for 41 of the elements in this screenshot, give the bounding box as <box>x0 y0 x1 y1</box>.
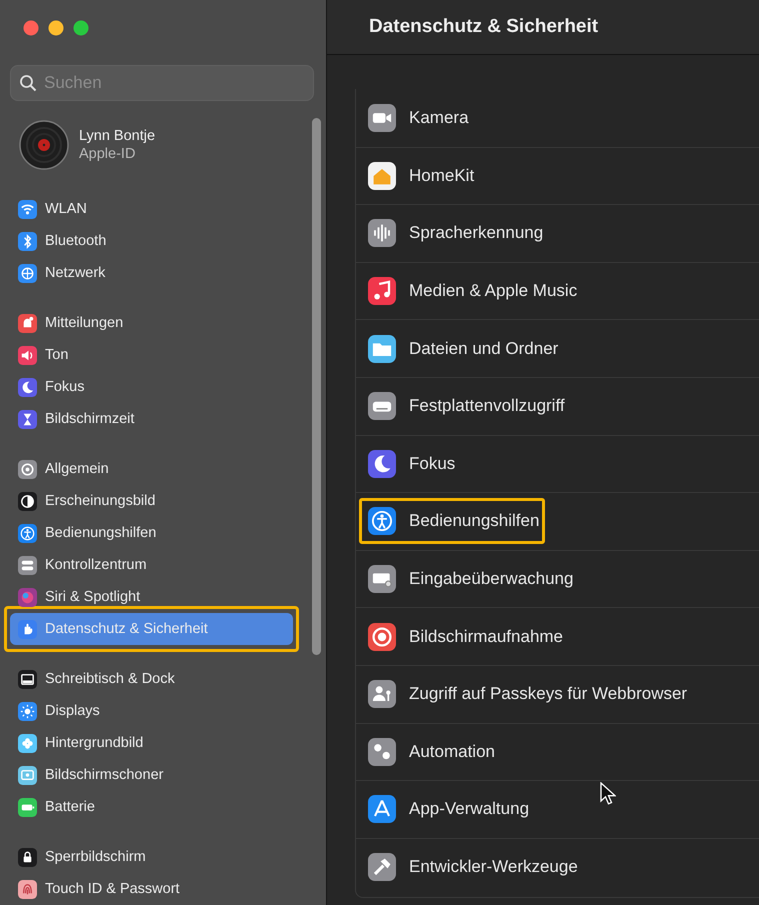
sidebar-item[interactable]: Bildschirmschoner <box>10 759 293 791</box>
settings-row[interactable]: HomeKit <box>356 146 759 204</box>
sidebar-item[interactable]: Ton <box>10 339 293 371</box>
sidebar-item[interactable]: Allgemein <box>10 453 293 485</box>
settings-row[interactable]: Bildschirmaufnahme <box>356 607 759 665</box>
settings-row[interactable]: Bedienungshilfen <box>356 492 759 550</box>
sidebar-item[interactable]: WLAN <box>10 193 293 225</box>
settings-row[interactable]: Kamera <box>356 89 759 147</box>
mouse-pointer-icon <box>600 782 616 806</box>
settings-row[interactable]: Zugriff auf Passkeys für Webbrowser <box>356 664 759 723</box>
settings-row[interactable]: Spracherkennung <box>356 204 759 262</box>
scrollbar[interactable] <box>312 118 321 655</box>
sidebar-item[interactable]: Displays <box>10 695 293 727</box>
account-name: Lynn Bontje <box>79 128 156 144</box>
close-button[interactable] <box>23 20 39 36</box>
sidebar-item[interactable]: Sperrbildschirm <box>10 841 293 873</box>
sidebar-item[interactable]: Bildschirmzeit <box>10 403 293 435</box>
sidebar-item[interactable]: Kontrollzentrum <box>10 549 293 581</box>
settings-row[interactable]: Dateien und Ordner <box>356 319 759 377</box>
settings-row[interactable]: Medien & Apple Music <box>356 262 759 320</box>
sidebar-item[interactable]: Bluetooth <box>10 225 293 257</box>
sidebar-item[interactable]: Batterie <box>10 791 293 823</box>
settings-row[interactable]: Eingabeüberwachung <box>356 550 759 608</box>
minimize-button[interactable] <box>48 20 64 36</box>
sidebar-item[interactable]: Netzwerk <box>10 257 293 289</box>
zoom-button[interactable] <box>73 20 89 36</box>
sidebar-item[interactable]: Hintergrundbild <box>10 727 293 759</box>
sidebar-item[interactable]: Touch ID & Passwort <box>10 873 293 905</box>
sidebar-item[interactable]: Bedienungshilfen <box>10 517 293 549</box>
page-title: Datenschutz & Sicherheit <box>369 16 598 38</box>
settings-row[interactable]: Automation <box>356 722 759 780</box>
settings-row[interactable]: Entwickler-Werkzeuge <box>356 838 759 896</box>
settings-row[interactable]: Fokus <box>356 434 759 492</box>
sidebar-item[interactable]: Erscheinungsbild <box>10 485 293 517</box>
sidebar-item[interactable]: Mitteilungen <box>10 307 293 339</box>
record-avatar[interactable] <box>19 120 69 170</box>
sidebar-item[interactable]: Siri & Spotlight <box>10 581 293 613</box>
settings-row[interactable]: Festplattenvollzugriff <box>356 376 759 435</box>
sidebar-item[interactable]: Schreibtisch & Dock <box>10 663 293 695</box>
account-subtitle: Apple-ID <box>79 146 136 162</box>
sidebar-item[interactable]: Fokus <box>10 371 293 403</box>
